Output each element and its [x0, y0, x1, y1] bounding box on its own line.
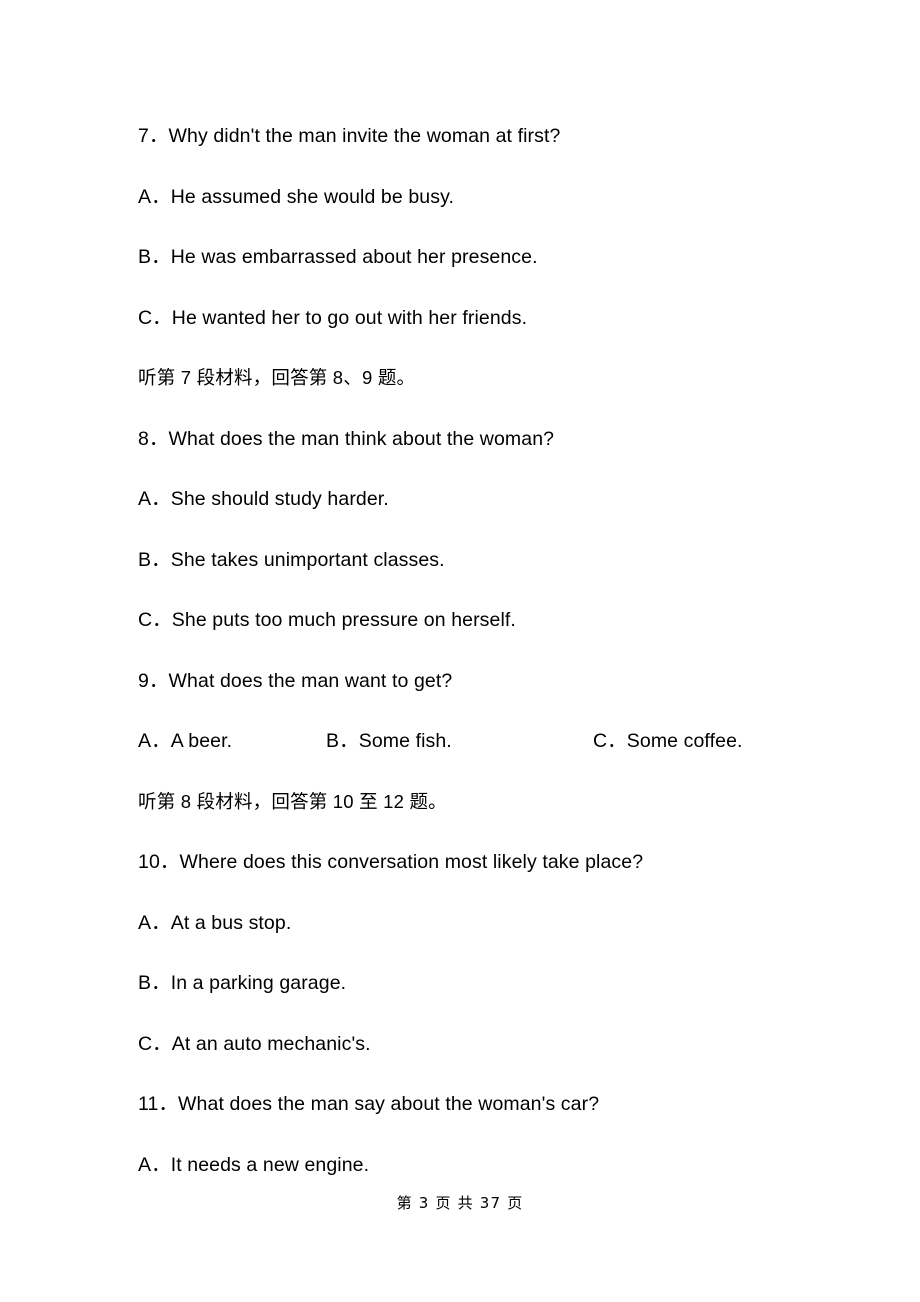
- question-8-option-b: B．She takes unimportant classes.: [138, 548, 445, 571]
- question-8-option-a: A．She should study harder.: [138, 488, 389, 510]
- question-9: 9．What does the man want to get?: [138, 669, 453, 692]
- question-9-option-a: A．A beer.: [138, 730, 233, 752]
- page-footer: 第 3 页 共 37 页: [396, 1194, 524, 1212]
- question-7-option-a: A．He assumed she would be busy.: [138, 185, 454, 208]
- question-9-option-b: B．Some fish.: [326, 730, 452, 752]
- listening-directive-section-8: 听第 8 段材料，回答第 10 至 12 题。: [138, 790, 447, 812]
- question-9-options-row: A．A beer. B．Some fish. C．Some coffee.: [138, 726, 838, 787]
- question-7-option-b: B．He was embarrassed about her presence.: [138, 246, 538, 268]
- question-10: 10．Where does this conversation most lik…: [138, 851, 644, 873]
- question-8: 8．What does the man think about the woma…: [138, 427, 555, 450]
- listening-directive-section-7: 听第 7 段材料，回答第 8、9 题。: [138, 367, 416, 388]
- question-10-option-a: A．At a bus stop.: [138, 911, 292, 934]
- question-11: 11．What does the man say about the woman…: [138, 1093, 600, 1115]
- exam-page: 7．Why didn't the man invite the woman at…: [0, 0, 920, 1302]
- question-10-option-c: C．At an auto mechanic's.: [138, 1032, 371, 1055]
- exam-content-column: 7．Why didn't the man invite the woman at…: [138, 121, 838, 1210]
- question-7: 7．Why didn't the man invite the woman at…: [138, 125, 561, 147]
- question-9-option-c: C．Some coffee.: [593, 730, 743, 752]
- question-8-option-c: C．She puts too much pressure on herself.: [138, 609, 516, 631]
- question-7-option-c: C．He wanted her to go out with her frien…: [138, 306, 528, 329]
- question-10-option-b: B．In a parking garage.: [138, 972, 347, 994]
